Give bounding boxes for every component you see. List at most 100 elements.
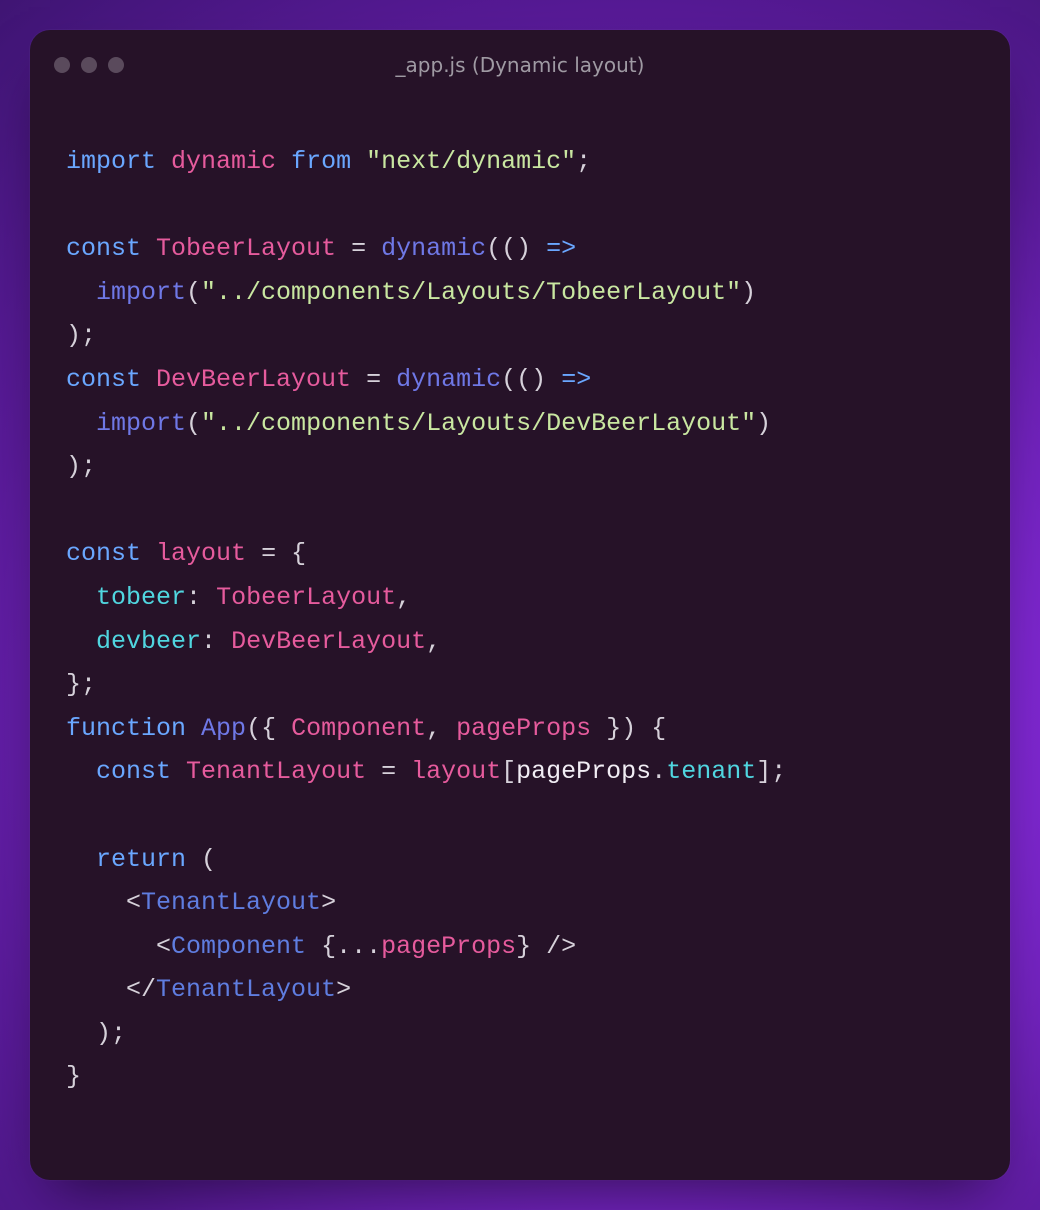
code-token-id: pageProps: [456, 714, 591, 743]
code-token-sp: [66, 583, 96, 612]
code-token-punct: />: [546, 932, 576, 961]
code-token-kw: =>: [546, 234, 576, 263]
code-token-kw: const: [66, 539, 141, 568]
code-token-white: pageProps: [516, 757, 651, 786]
code-token-tag: TenantLayout: [156, 975, 336, 1004]
code-token-sp: [276, 539, 291, 568]
code-token-punct: }: [516, 932, 531, 961]
code-token-fn: import: [96, 278, 186, 307]
window-title: _app.js (Dynamic layout): [30, 53, 1010, 77]
code-token-id: dynamic: [171, 147, 276, 176]
code-token-punct: ): [741, 278, 756, 307]
code-token-punct: {: [651, 714, 666, 743]
code-content: import dynamic from "next/dynamic"; cons…: [66, 140, 974, 1099]
code-token-sp: [156, 147, 171, 176]
code-token-fn: dynamic: [396, 365, 501, 394]
code-token-id: layout: [411, 757, 501, 786]
code-editor[interactable]: import dynamic from "next/dynamic"; cons…: [30, 100, 1010, 1180]
code-token-punct: =: [366, 365, 381, 394]
code-token-sp: [66, 975, 126, 1004]
code-token-punct: (: [186, 409, 201, 438]
code-token-str: "next/dynamic": [366, 147, 576, 176]
code-token-punct: );: [96, 1019, 126, 1048]
code-token-sp: [66, 757, 96, 786]
code-token-sp: [336, 234, 351, 263]
code-token-tag: TenantLayout: [141, 888, 321, 917]
code-token-prop: tobeer: [96, 583, 186, 612]
code-token-punct: ,: [396, 583, 411, 612]
code-token-sp: [396, 757, 411, 786]
code-token-sp: [186, 845, 201, 874]
code-token-fn: dynamic: [381, 234, 486, 263]
code-token-str: "../components/Layouts/TobeerLayout": [201, 278, 741, 307]
code-token-sp: [381, 365, 396, 394]
code-token-id: layout: [156, 539, 246, 568]
code-token-str: "../components/Layouts/DevBeerLayout": [201, 409, 756, 438]
code-token-punct: >: [336, 975, 351, 1004]
code-token-punct: </: [126, 975, 156, 1004]
code-token-sp: [66, 888, 126, 917]
code-token-sp: [201, 583, 216, 612]
code-window: _app.js (Dynamic layout) import dynamic …: [30, 30, 1010, 1180]
code-token-kw: function: [66, 714, 186, 743]
code-token-punct: >: [321, 888, 336, 917]
code-token-sp: [441, 714, 456, 743]
code-token-punct: =: [381, 757, 396, 786]
code-token-punct: }: [66, 1062, 81, 1091]
minimize-icon[interactable]: [81, 57, 97, 73]
code-token-sp: [591, 714, 606, 743]
code-token-sp: [246, 539, 261, 568]
code-token-punct: (: [186, 278, 201, 307]
code-token-sp: [351, 365, 366, 394]
code-token-sp: [366, 234, 381, 263]
code-token-id: DevBeerLayout: [156, 365, 351, 394]
code-token-sp: [276, 714, 291, 743]
code-token-punct: ({: [246, 714, 276, 743]
code-token-punct: );: [66, 452, 96, 481]
code-token-punct: ): [756, 409, 771, 438]
code-token-kw: =>: [561, 365, 591, 394]
code-token-sp: [141, 234, 156, 263]
code-token-sp: [531, 932, 546, 961]
code-token-sp: [216, 627, 231, 656]
code-token-sp: [351, 147, 366, 176]
code-token-sp: [546, 365, 561, 394]
code-token-sp: [636, 714, 651, 743]
code-token-sp: [531, 234, 546, 263]
code-token-punct: ,: [426, 627, 441, 656]
code-token-sp: [306, 932, 321, 961]
code-token-punct: =: [261, 539, 276, 568]
code-token-sp: [66, 932, 156, 961]
code-token-kw: import: [66, 147, 156, 176]
window-titlebar: _app.js (Dynamic layout): [30, 30, 1010, 100]
code-token-punct: {: [291, 539, 306, 568]
code-token-fn: import: [96, 409, 186, 438]
code-token-sp: [66, 627, 96, 656]
code-token-id: TenantLayout: [186, 757, 366, 786]
code-token-tag: Component: [171, 932, 306, 961]
code-token-id: TobeerLayout: [216, 583, 396, 612]
code-token-punct: (: [201, 845, 216, 874]
window-controls: [54, 57, 124, 73]
code-token-punct: [: [501, 757, 516, 786]
code-token-punct: :: [201, 627, 216, 656]
code-token-sp: [66, 278, 96, 307]
code-token-punct: };: [66, 670, 96, 699]
code-token-punct: {...: [321, 932, 381, 961]
code-token-kw: const: [66, 234, 141, 263]
code-token-sp: [171, 757, 186, 786]
code-token-punct: =: [351, 234, 366, 263]
code-token-sp: [276, 147, 291, 176]
code-token-id: Component: [291, 714, 426, 743]
code-token-kw: const: [96, 757, 171, 786]
code-token-punct: ((): [486, 234, 531, 263]
code-token-sp: [66, 1019, 96, 1048]
code-token-id: TobeerLayout: [156, 234, 336, 263]
close-icon[interactable]: [54, 57, 70, 73]
code-token-punct: ];: [756, 757, 786, 786]
code-token-kw: from: [291, 147, 351, 176]
code-token-punct: :: [186, 583, 201, 612]
code-token-prop: devbeer: [96, 627, 201, 656]
maximize-icon[interactable]: [108, 57, 124, 73]
code-token-punct: .: [651, 757, 666, 786]
